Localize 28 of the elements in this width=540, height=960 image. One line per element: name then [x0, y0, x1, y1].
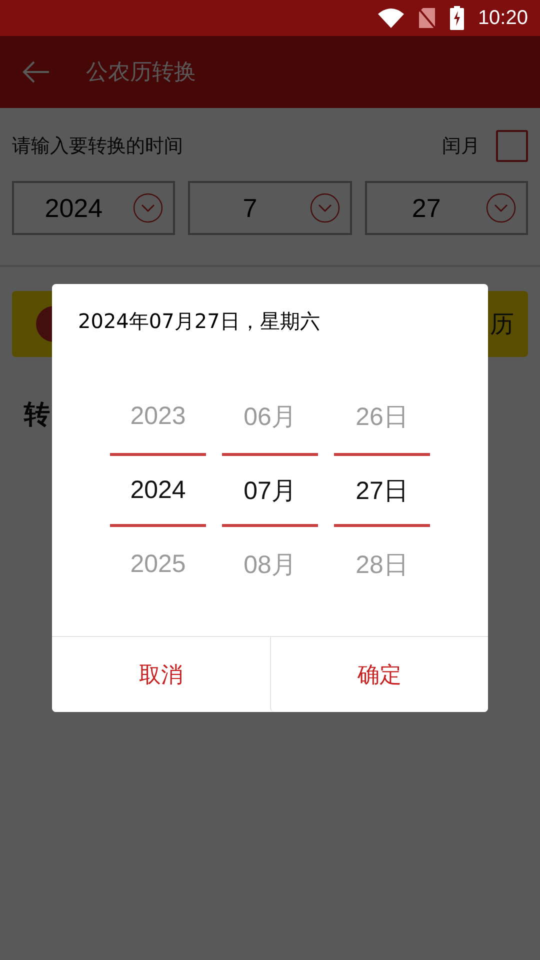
picker-item[interactable]: 2024: [110, 453, 206, 527]
leap-month-label: 闰月: [442, 134, 480, 159]
dialog-title: 2024年07月27日，星期六: [78, 308, 321, 335]
picker-item[interactable]: 2025: [110, 527, 206, 601]
banner-text: 历: [490, 309, 514, 340]
chevron-down-icon[interactable]: [486, 193, 516, 223]
chevron-down-icon[interactable]: [310, 193, 340, 223]
date-dropdown[interactable]: 7: [188, 181, 352, 235]
chevron-down-icon[interactable]: [133, 193, 164, 223]
picker-item[interactable]: 28日: [334, 527, 430, 601]
prompt-label: 请输入要转换的时间: [12, 134, 183, 159]
dialog-button[interactable]: 确定: [270, 637, 488, 712]
picker-item[interactable]: 08月: [222, 527, 318, 601]
back-arrow-icon[interactable]: [22, 60, 50, 84]
picker-item[interactable]: 2023: [110, 379, 206, 453]
picker-item[interactable]: 27日: [334, 453, 430, 527]
picker-item[interactable]: 06月: [222, 379, 318, 453]
battery-charging-icon: [450, 6, 464, 30]
date-dropdown[interactable]: 27: [364, 181, 528, 235]
date-dropdown[interactable]: 2024: [12, 181, 176, 235]
section-heading: 转: [24, 399, 50, 432]
app-bar-title: 公农历转换: [86, 59, 196, 87]
picker-item[interactable]: 26日: [334, 379, 430, 453]
leap-month-checkbox[interactable]: [496, 130, 528, 162]
no-sim-icon: [418, 7, 436, 29]
status-time: 10:20: [478, 6, 528, 30]
wifi-icon: [378, 8, 404, 28]
picker-item[interactable]: 07月: [222, 453, 318, 527]
